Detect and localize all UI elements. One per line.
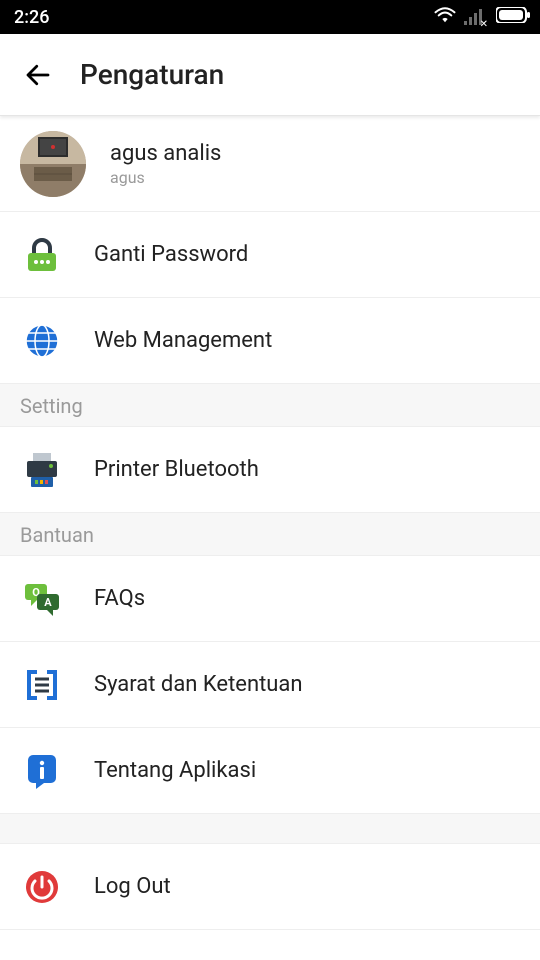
signal-icon: ✕	[464, 9, 488, 25]
item-label: Log Out	[94, 874, 171, 899]
content: agus analis agus Ganti Password	[0, 116, 540, 930]
profile-text: agus analis agus	[110, 141, 221, 187]
item-about[interactable]: Tentang Aplikasi	[0, 728, 540, 814]
app-header: Pengaturan	[0, 34, 540, 116]
profile-username: agus	[110, 168, 221, 187]
item-label: Tentang Aplikasi	[94, 758, 256, 783]
item-label: Syarat dan Ketentuan	[94, 672, 303, 697]
spacer	[0, 814, 540, 844]
item-change-password[interactable]: Ganti Password	[0, 212, 540, 298]
avatar	[20, 131, 86, 197]
globe-icon	[22, 321, 62, 361]
item-terms[interactable]: Syarat dan Ketentuan	[0, 642, 540, 728]
item-label: Printer Bluetooth	[94, 457, 259, 482]
wifi-icon	[434, 6, 456, 29]
back-button[interactable]	[20, 57, 56, 93]
profile-name: agus analis	[110, 141, 221, 166]
page-title: Pengaturan	[80, 58, 224, 91]
item-faqs[interactable]: Q A FAQs	[0, 556, 540, 642]
svg-text:A: A	[44, 596, 52, 609]
section-setting: Setting	[0, 384, 540, 427]
item-printer-bluetooth[interactable]: Printer Bluetooth	[0, 427, 540, 513]
faq-icon: Q A	[21, 578, 63, 620]
info-icon	[22, 751, 62, 791]
section-bantuan: Bantuan	[0, 513, 540, 556]
item-label: Web Management	[94, 328, 272, 353]
status-time: 2:26	[14, 7, 49, 28]
printer-icon	[21, 449, 63, 491]
status-icons: ✕	[434, 6, 530, 29]
item-web-management[interactable]: Web Management	[0, 298, 540, 384]
power-icon	[22, 867, 62, 907]
terms-icon	[21, 664, 63, 706]
item-logout[interactable]: Log Out	[0, 844, 540, 930]
item-label: Ganti Password	[94, 242, 248, 267]
status-bar: 2:26 ✕	[0, 0, 540, 34]
battery-icon	[496, 7, 530, 28]
lock-icon	[22, 235, 62, 275]
profile-row[interactable]: agus analis agus	[0, 116, 540, 212]
arrow-left-icon	[23, 60, 53, 90]
item-label: FAQs	[94, 586, 145, 611]
